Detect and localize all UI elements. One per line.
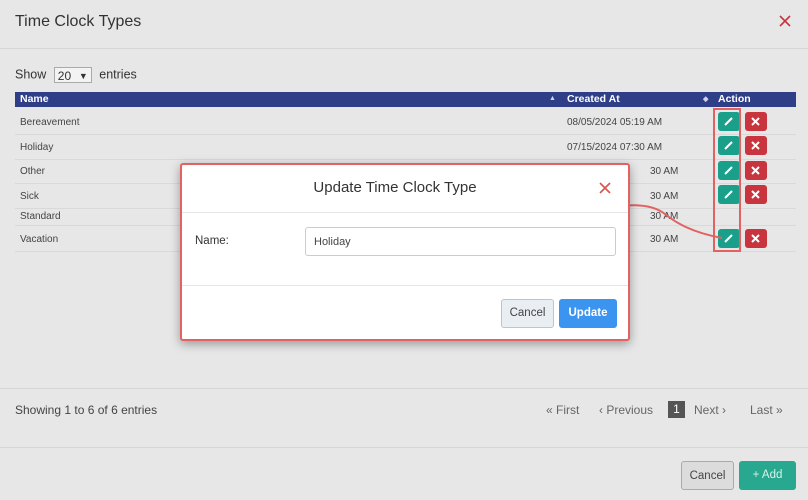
close-icon[interactable] bbox=[598, 181, 612, 195]
dialog-title: Update Time Clock Type bbox=[313, 179, 477, 196]
update-button[interactable]: Update bbox=[559, 299, 617, 328]
divider bbox=[182, 212, 628, 213]
update-dialog: Update Time Clock Type Name: Holiday Can… bbox=[180, 163, 630, 341]
name-label: Name: bbox=[195, 235, 229, 247]
cancel-button[interactable]: Cancel bbox=[501, 299, 554, 328]
divider bbox=[182, 285, 628, 286]
name-input[interactable]: Holiday bbox=[305, 227, 616, 256]
